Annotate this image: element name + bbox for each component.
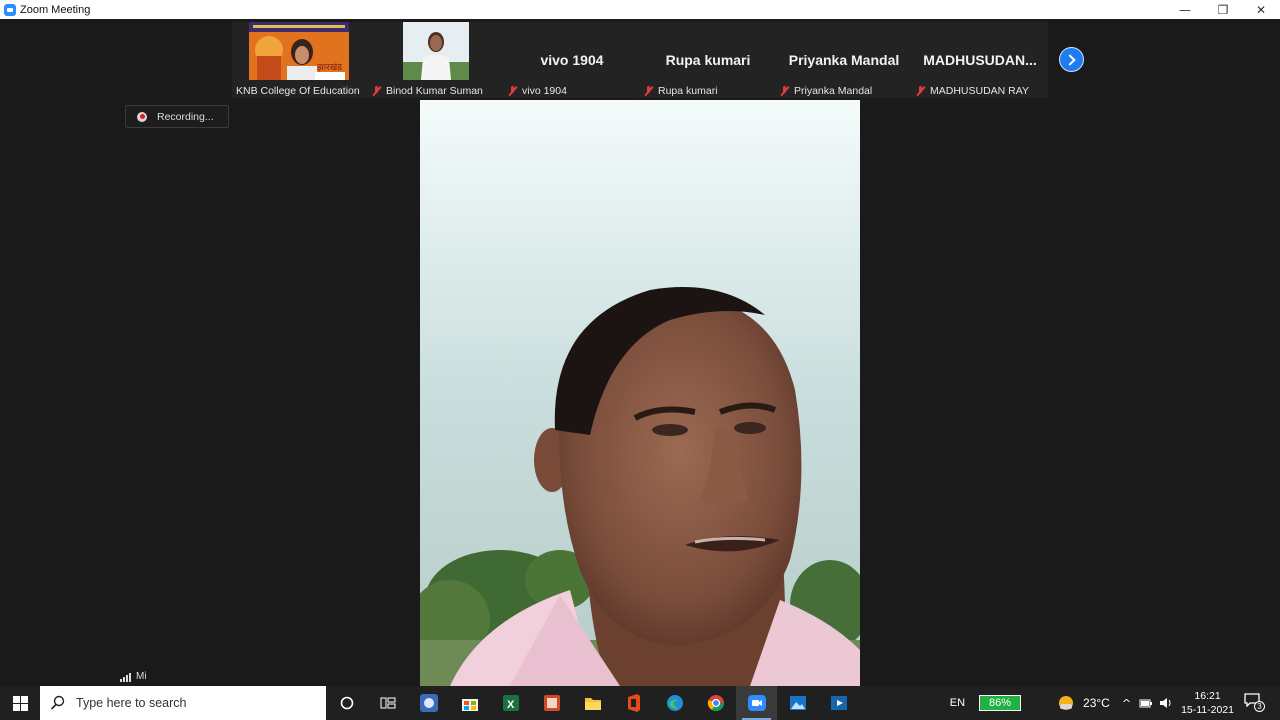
participant-label: Binod Kumar Suman (372, 83, 483, 98)
participant-video-frame: झारखंड (249, 22, 349, 80)
participant-display-name: MADHUSUDAN... (923, 52, 1037, 68)
task-view-icon[interactable] (367, 686, 408, 720)
participant-display-name: vivo 1904 (540, 52, 604, 68)
language-indicator[interactable]: EN (950, 697, 965, 709)
edge-icon[interactable] (654, 686, 695, 720)
participant-label: Rupa kumari (644, 83, 718, 98)
chrome-icon[interactable] (695, 686, 736, 720)
weather-icon[interactable] (1057, 694, 1075, 712)
participant-strip: झारखंड KNB College Of Education Binod Ku… (232, 22, 1048, 98)
store-icon[interactable] (449, 686, 490, 720)
clock[interactable]: 16:21 15-11-2021 (1181, 689, 1234, 717)
taskbar: Type here to search X EN 86% 23°C ^ 16:2… (0, 686, 1280, 720)
participant-tile[interactable]: vivo 1904 vivo 1904 (504, 22, 640, 98)
thumb-banner-text: झारखंड (317, 62, 342, 73)
title-bar: Zoom Meeting — ❐ ✕ (0, 0, 1280, 19)
participant-name: Binod Kumar Suman (386, 84, 483, 97)
windows-icon (12, 695, 28, 711)
cortana-icon[interactable] (326, 686, 367, 720)
excel-icon[interactable]: X (490, 686, 531, 720)
start-button[interactable] (0, 686, 40, 720)
network-signal: Mi (120, 671, 147, 682)
participant-label: Priyanka Mandal (780, 83, 872, 98)
recording-label: Recording... (157, 110, 214, 123)
notification-count: 3 (1254, 701, 1265, 712)
participant-video (403, 22, 469, 80)
participant-tile[interactable]: Rupa kumari Rupa kumari (640, 22, 776, 98)
participant-label: MADHUSUDAN RAY (916, 83, 1029, 98)
powerpoint-icon[interactable] (531, 686, 572, 720)
window-title: Zoom Meeting (20, 3, 91, 16)
participant-name: vivo 1904 (522, 84, 567, 97)
next-page-button[interactable] (1059, 47, 1084, 72)
mic-muted-icon (780, 85, 789, 96)
window-controls: — ❐ ✕ (1166, 0, 1280, 19)
time: 16:21 (1194, 690, 1221, 702)
mic-muted-icon (644, 85, 653, 96)
zoom-icon[interactable] (736, 686, 777, 720)
search-placeholder: Type here to search (76, 696, 187, 710)
participant-name: Priyanka Mandal (794, 84, 873, 97)
recording-indicator[interactable]: Recording... (125, 105, 229, 128)
participant-name: MADHUSUDAN RAY (930, 84, 1029, 97)
notifications-button[interactable]: 3 (1244, 693, 1266, 713)
minimize-button[interactable]: — (1166, 0, 1204, 19)
participant-name: KNB College Of Education (236, 84, 360, 97)
photos-icon[interactable] (777, 686, 818, 720)
participant-display-name: Rupa kumari (665, 52, 751, 68)
office-icon[interactable] (613, 686, 654, 720)
chevron-right-icon (1064, 53, 1076, 66)
participant-display-name: Priyanka Mandal (788, 52, 900, 68)
record-icon (137, 111, 147, 122)
participant-video: झारखंड (249, 22, 349, 80)
signal-label: Mi (136, 671, 147, 682)
signal-icon (120, 673, 132, 682)
mic-muted-icon (508, 85, 517, 96)
media-icon[interactable] (818, 686, 859, 720)
svg-text:X: X (507, 699, 515, 711)
app-icon[interactable] (408, 686, 449, 720)
chevron-up-icon[interactable]: ^ (1122, 697, 1131, 710)
participant-label: vivo 1904 (508, 83, 567, 98)
close-button[interactable]: ✕ (1242, 0, 1280, 19)
participant-name: Rupa kumari (658, 84, 718, 97)
search-icon (50, 695, 65, 710)
zoom-app-icon (4, 3, 16, 16)
participant-tile[interactable]: झारखंड KNB College Of Education (232, 22, 368, 98)
volume-icon[interactable] (1159, 697, 1173, 709)
participant-tile[interactable]: MADHUSUDAN... MADHUSUDAN RAY (912, 22, 1048, 98)
speaker-video-frame (420, 100, 860, 686)
date: 15-11-2021 (1181, 704, 1234, 716)
mic-muted-icon (372, 85, 381, 96)
restore-button[interactable]: ❐ (1204, 0, 1242, 19)
participant-video-frame (403, 22, 469, 80)
active-speaker-video (420, 100, 860, 686)
battery-icon[interactable] (1139, 697, 1153, 709)
temperature[interactable]: 23°C (1083, 696, 1110, 710)
battery-indicator[interactable]: 86% (979, 695, 1022, 711)
participant-tile[interactable]: Priyanka Mandal Priyanka Mandal (776, 22, 912, 98)
system-tray: EN 86% 23°C ^ 16:21 15-11-2021 3 (950, 686, 1280, 720)
mic-muted-icon (916, 85, 925, 96)
meeting-area: झारखंड KNB College Of Education Binod Ku… (0, 19, 1280, 686)
participant-label: KNB College Of Education (236, 83, 360, 98)
participant-tile[interactable]: Binod Kumar Suman (368, 22, 504, 98)
file-explorer-icon[interactable] (572, 686, 613, 720)
taskbar-search-box[interactable]: Type here to search (40, 686, 326, 720)
